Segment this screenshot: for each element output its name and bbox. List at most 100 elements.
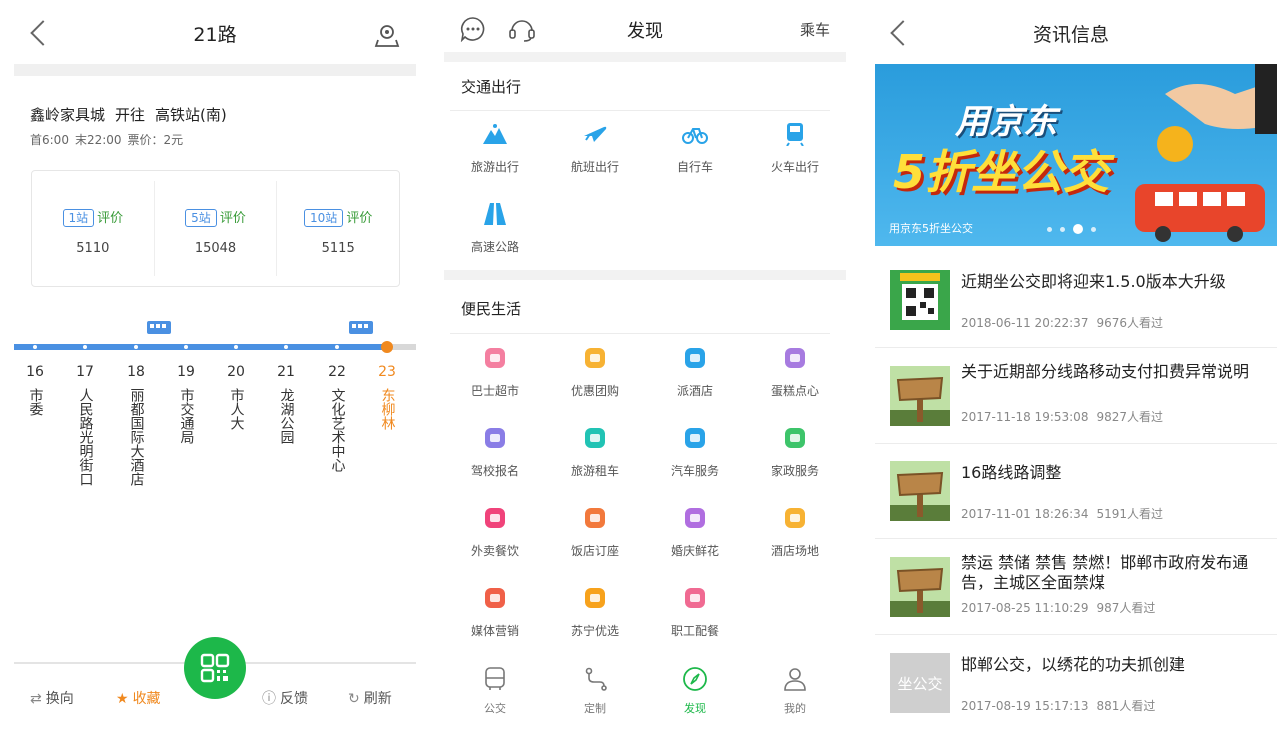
qr-code-button[interactable] [184,637,246,699]
feedback-label: 反馈 [280,691,308,707]
stop-name: 市委 [27,388,44,416]
grid-item-life[interactable]: 酒店场地 [745,506,845,559]
news-item[interactable]: 禁运 禁储 禁售 禁燃！邯郸市政府发布通告，主城区全面禁煤 2017-08-25 … [875,539,1277,635]
rate-link[interactable]: 评价 [220,211,246,226]
grid-item-life[interactable]: 旅游租车 [545,426,645,479]
driver-icon [482,426,508,450]
restaurant-icon [582,506,608,530]
route-header: 21路 [0,0,430,64]
route-title: 21路 [193,24,237,46]
bus-number: 5110 [76,241,110,256]
arrival-item[interactable]: 10站 评价 5115 [277,181,399,276]
news-date: 2017-11-18 19:53:08 [961,410,1089,424]
grid-label: 媒体营销 [470,624,519,638]
grid-item-life[interactable]: 蛋糕点心 [745,346,845,399]
feedback-button[interactable]: ⓘ 反馈 [262,688,308,708]
stop-name: 丽都国际大酒店 [128,388,145,486]
tab-bus[interactable]: 公交 [455,666,535,716]
notice-board-thumb [890,366,950,426]
discover-header: 发现 乘车 [430,0,860,55]
news-meta: 2017-08-25 11:10:29 987人看过 [961,599,1163,616]
grid-label: 优惠团购 [570,384,619,398]
divider [444,270,846,280]
grid-item-flight[interactable]: 航班出行 [545,122,645,175]
stop-item[interactable]: 22 文化艺术中心 [322,364,352,472]
grid-item-travel[interactable]: 旅游出行 [445,122,545,175]
stop-item[interactable]: 17 人民路光明街口 [70,364,100,486]
grid-item-train[interactable]: 火车出行 [745,122,845,175]
tab-label: 定制 [584,702,606,715]
arrival-item[interactable]: 1站 评价 5110 [32,181,155,276]
route-schedule: 首6:00 末22:00 票价：2元 [30,131,189,148]
stop-item[interactable]: 21 龙湖公园 [271,364,301,444]
stop-item[interactable]: 18 丽都国际大酒店 [121,364,151,486]
arrival-item[interactable]: 5站 评价 15048 [155,181,278,276]
stop-item[interactable]: 19 市交通局 [171,364,201,444]
news-views: 987人看过 [1096,601,1156,615]
arrival-stops: 1站 [62,209,95,227]
stop-number: 21 [277,364,295,380]
notice-board-thumb [890,557,950,617]
plane-icon [582,122,608,146]
promo-banner[interactable]: 用京东 5折坐公交 用京东5折坐公交 [875,64,1277,246]
grid-item-life[interactable]: 外卖餐饮 [445,506,545,559]
grid-label: 蛋糕点心 [770,384,819,398]
news-title: 资讯信息 [1032,24,1109,46]
ride-button[interactable]: 乘车 [800,19,830,40]
coin-hand-illustration [1157,64,1277,162]
grid-item-life[interactable]: 优惠团购 [545,346,645,399]
stop-item[interactable]: 16 市委 [20,364,50,416]
coupon-icon [582,346,608,370]
news-date: 2017-08-19 15:17:13 [961,699,1089,713]
tab-custom[interactable]: 定制 [555,666,635,716]
stop-item[interactable]: 20 市人大 [221,364,251,430]
news-meta: 2017-11-18 19:53:08 9827人看过 [961,408,1171,425]
grid-item-bike[interactable]: 自行车 [645,122,745,175]
grid-label: 外卖餐饮 [470,544,519,558]
grid-item-life[interactable]: 驾校报名 [445,426,545,479]
stop-item-current[interactable]: 23 东柳林 [372,364,402,430]
map-location-icon[interactable] [374,22,400,48]
grid-item-life[interactable]: 饭店订座 [545,506,645,559]
news-item[interactable]: 坐公交 邯郸公交，以绣花的功夫抓创建 2017-08-19 15:17:13 881人… [875,635,1277,731]
news-meta: 2017-11-01 18:26:34 5191人看过 [961,505,1171,522]
grid-item-highway[interactable]: 高速公路 [445,202,545,255]
grid-label: 苏宁优选 [570,624,619,638]
grid-item-life[interactable]: 婚庆鲜花 [645,506,745,559]
grid-item-life[interactable]: 家政服务 [745,426,845,479]
shop-icon [482,346,508,370]
refresh-button[interactable]: ↻ 刷新 [348,688,392,708]
grid-label: 火车出行 [770,160,819,174]
rate-link[interactable]: 评价 [346,211,372,226]
food-icon [482,506,508,530]
grid-item-life[interactable]: 汽车服务 [645,426,745,479]
grid-item-life[interactable]: 媒体营销 [445,586,545,639]
stop-number: 16 [26,364,44,380]
grid-label: 巴士超市 [470,384,519,398]
grid-item-life[interactable]: 苏宁优选 [545,586,645,639]
bicycle-icon [682,122,708,146]
rate-link[interactable]: 评价 [97,211,123,226]
route-to: 高铁站(南) [155,106,227,124]
stop-number: 20 [227,364,245,380]
favorite-button[interactable]: ★ 收藏 [116,688,161,708]
grid-item-life[interactable]: 派酒店 [645,346,745,399]
route-panel: 21路 鑫岭家具城 开往 高铁站(南) 首6:00 末22:00 票价：2元 1站 评价 … [0,0,430,736]
news-item[interactable]: 16路线路调整 2017-11-01 18:26:34 5191人看过 [875,443,1277,539]
grid-label: 酒店场地 [770,544,819,558]
news-title: 邯郸公交，以绣花的功夫抓创建 [961,655,1186,674]
news-item[interactable]: 关于近期部分线路移动支付扣费异常说明 2017-11-18 19:53:08 982… [875,348,1277,444]
meal-icon [682,586,708,610]
news-date: 2017-11-01 18:26:34 [961,507,1089,521]
grid-label: 航班出行 [570,160,619,174]
grid-item-life[interactable]: 职工配餐 [645,586,745,639]
news-title: 关于近期部分线路移动支付扣费异常说明 [961,362,1250,381]
route-direction-word: 开往 [115,106,146,124]
first-bus: 首6:00 [30,133,69,147]
tab-profile[interactable]: 我的 [755,666,835,716]
grid-item-life[interactable]: 巴士超市 [445,346,545,399]
switch-direction-button[interactable]: ⇄ 换向 [30,688,74,708]
news-item[interactable]: 近期坐公交即将迎来1.5.0版本大升级 2018-06-11 20:22:37 96… [875,252,1277,348]
rental-icon [582,426,608,450]
tab-discover[interactable]: 发现 [655,666,735,716]
